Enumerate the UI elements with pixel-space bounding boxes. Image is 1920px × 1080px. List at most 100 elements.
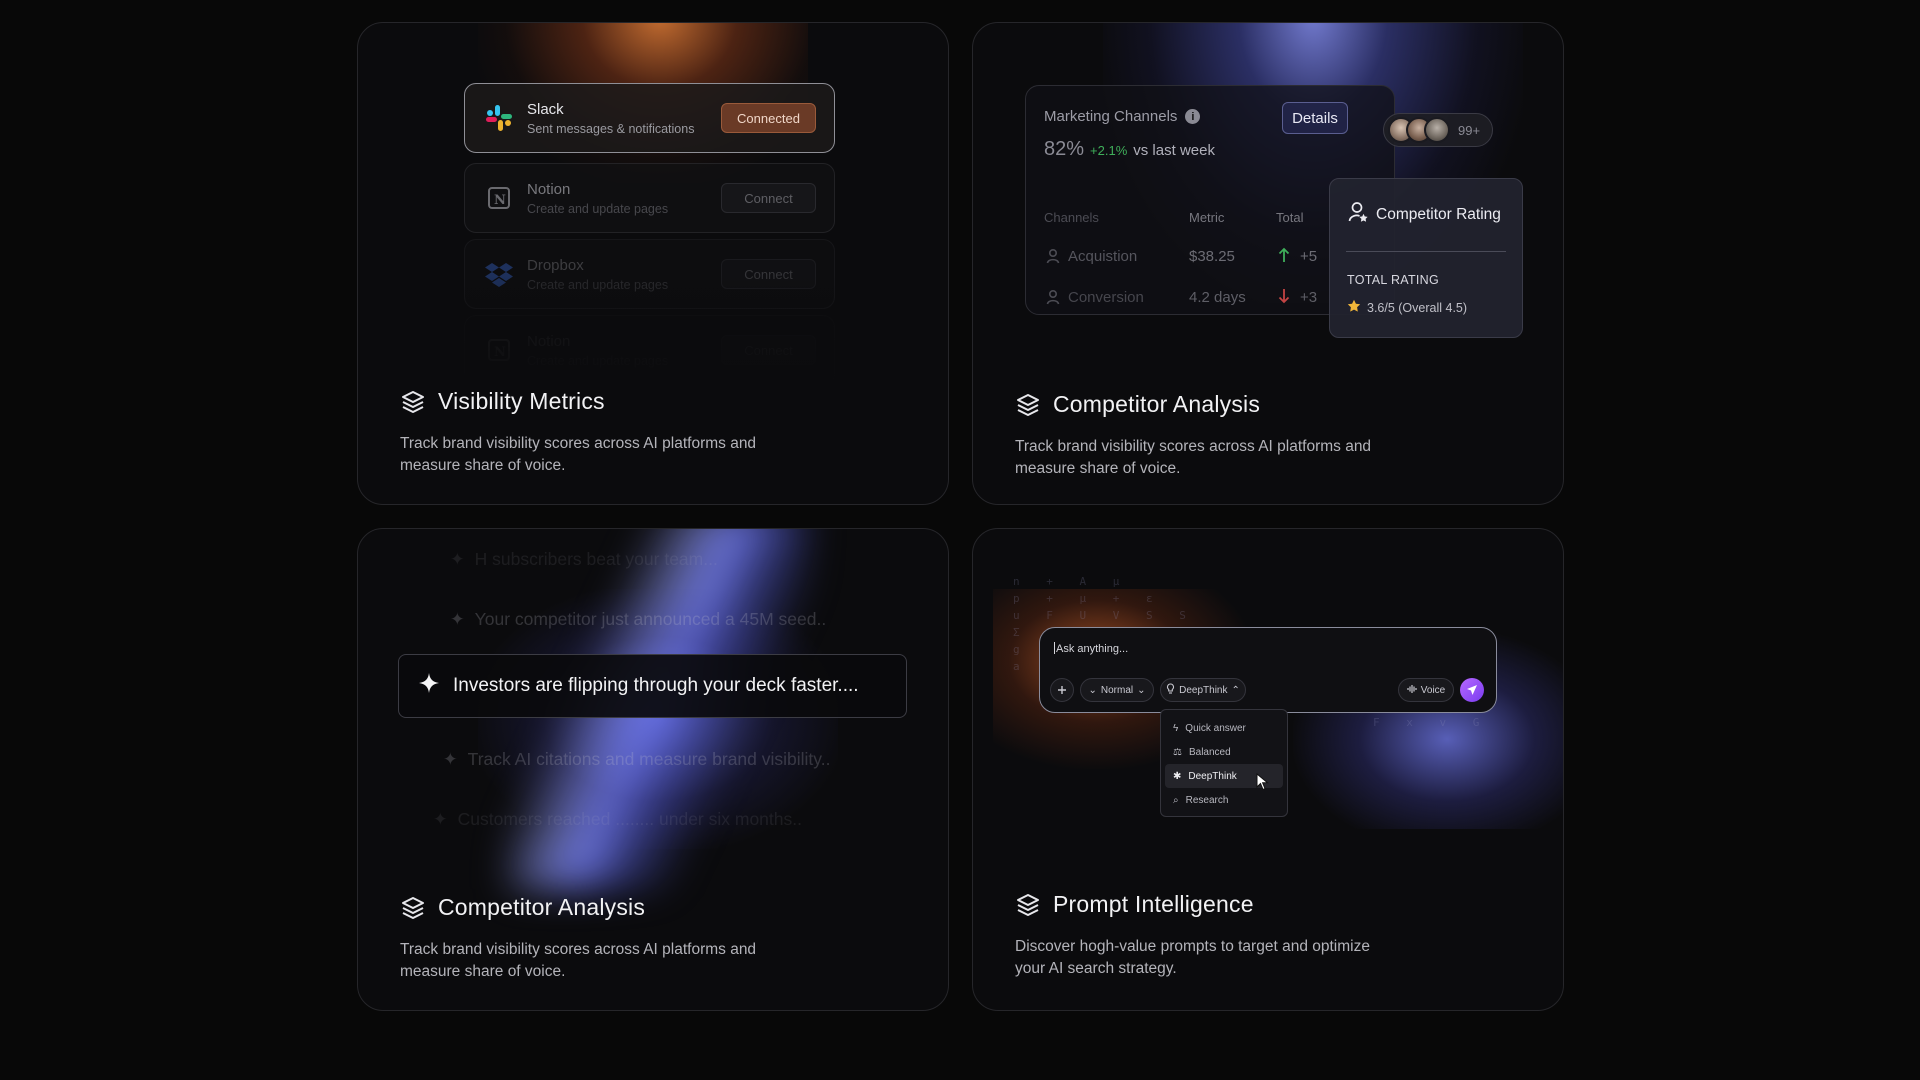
stat-delta: +2.1% (1090, 143, 1128, 158)
ticker-item: ✦ H subscribers beat your team... (450, 549, 718, 570)
card-title: Competitor Analysis (438, 894, 646, 920)
connect-button[interactable]: Connect (721, 335, 816, 365)
integration-subtitle: Create and update pages (527, 353, 669, 368)
competitor-rating-card: Competitor Rating TOTAL RATING 3.6/5 (Ov… (1329, 178, 1523, 338)
dropdown-item-quick-answer[interactable]: ϟ Quick answer (1165, 716, 1283, 740)
ticker-text: Your competitor just announced a 45M see… (474, 609, 827, 629)
stat-vs-text: vs last week (1133, 142, 1215, 159)
stat-percentage: 82% (1044, 138, 1085, 160)
dropbox-icon (483, 258, 515, 290)
competitor-analysis-card: Marketing Channels i Details 82% +2.1% v… (972, 22, 1564, 505)
ticker-text: Investors are flipping through your deck… (453, 675, 859, 696)
svg-text:N: N (494, 345, 506, 360)
sparkle-icon: ✦ (450, 549, 465, 569)
integration-row-slack[interactable]: Slack Sent messages & notifications Conn… (464, 83, 835, 153)
ticker-text: H subscribers beat your team... (474, 549, 718, 569)
card-caption: Competitor Analysis Track brand visibili… (1015, 391, 1395, 480)
voice-button[interactable]: Voice (1398, 678, 1454, 702)
card-title-row: Prompt Intelligence (1015, 891, 1395, 918)
card-title-row: Visibility Metrics (400, 388, 780, 415)
card-description: Discover hogh-value prompts to target an… (1015, 938, 1370, 977)
sparkle-icon (417, 671, 441, 701)
model-value: DeepThink (1179, 684, 1228, 696)
ticker-item: ✦ Customers reached ........ under six m… (433, 809, 802, 830)
avatar-group[interactable]: 99+ (1383, 113, 1493, 147)
mode-value: Normal (1100, 684, 1134, 696)
rating-value-row: 3.6/5 (Overall 4.5) (1347, 299, 1467, 316)
chevron-up-icon: ⌃ (1231, 684, 1240, 696)
arrow-up-icon (1278, 247, 1290, 267)
send-icon (1467, 685, 1477, 695)
sparkle-icon: ✦ (450, 609, 465, 629)
search-doc-icon: ⌕ (1173, 794, 1179, 806)
card-description: Track brand visibility scores across AI … (400, 435, 757, 474)
integration-name: Notion (527, 180, 571, 198)
lightning-icon: ϟ (1173, 722, 1179, 734)
slack-icon (483, 102, 515, 134)
user-icon (1046, 248, 1060, 268)
card-caption: Competitor Analysis Track brand visibili… (400, 894, 780, 983)
connected-button[interactable]: Connected (721, 103, 816, 133)
total-value: +5 (1300, 248, 1318, 265)
layers-icon (400, 895, 426, 921)
chat-input[interactable]: Ask anything... (1054, 642, 1128, 655)
layers-icon (1015, 892, 1041, 918)
dropdown-item-balanced[interactable]: ⚖ Balanced (1165, 740, 1283, 764)
card-title-row: Competitor Analysis (400, 894, 780, 921)
rating-label: TOTAL RATING (1347, 273, 1440, 287)
dropdown-item-label: Research (1185, 794, 1229, 806)
mode-select[interactable]: ⌄ Normal ⌄ (1080, 678, 1154, 702)
connect-button[interactable]: Connect (721, 259, 816, 289)
svg-text:N: N (494, 193, 506, 208)
channel-name: Acquistion (1068, 248, 1138, 265)
notion-icon: N (483, 182, 515, 214)
text-caret (1054, 642, 1055, 654)
dropdown-item-label: Quick answer (1185, 722, 1246, 734)
ticker-highlight[interactable]: Investors are flipping through your deck… (398, 654, 907, 718)
info-icon[interactable]: i (1185, 109, 1201, 124)
integration-subtitle: Create and update pages (527, 277, 669, 292)
integration-name: Dropbox (527, 256, 584, 274)
balance-icon: ⚖ (1173, 746, 1182, 758)
connect-button[interactable]: Connect (721, 183, 816, 213)
chevron-down-icon: ⌄ (1137, 684, 1146, 696)
integration-row-dropbox[interactable]: Dropbox Create and update pages Connect (464, 239, 835, 309)
dropdown-item-label: Balanced (1188, 746, 1231, 758)
column-header-channels: Channels (1044, 210, 1099, 225)
details-button[interactable]: Details (1282, 102, 1348, 134)
integration-name: Slack (527, 100, 564, 118)
sparkle-icon: ✦ (433, 809, 448, 829)
chat-placeholder: Ask anything... (1056, 643, 1129, 655)
model-select[interactable]: DeepThink ⌃ (1160, 678, 1246, 702)
bulb-icon (1166, 683, 1175, 697)
integration-subtitle: Create and update pages (527, 201, 669, 216)
card-title: Visibility Metrics (438, 388, 605, 414)
integration-name: Notion (527, 332, 571, 350)
send-button[interactable] (1460, 678, 1484, 702)
add-button[interactable] (1050, 678, 1074, 702)
rating-value: 3.6/5 (Overall 4.5) (1367, 300, 1468, 315)
ticker-text: Track AI citations and measure brand vis… (467, 749, 831, 769)
card-title: Competitor Analysis (1053, 391, 1261, 417)
integration-row-notion-2[interactable]: N Notion Create and update pages Connect (464, 315, 835, 385)
channel-name: Conversion (1068, 289, 1144, 306)
avatar (1424, 117, 1450, 143)
prompt-intelligence-card: n + A μp + μ + εu F U V S SΣ k 8 xg 5a e… (972, 528, 1564, 1011)
ticker-item: ✦ Track AI citations and measure brand v… (443, 749, 830, 770)
waveform-icon (1407, 684, 1417, 697)
dropdown-item-label: DeepThink (1188, 770, 1237, 782)
column-header-metric: Metric (1189, 210, 1225, 225)
layers-icon (400, 389, 426, 415)
divider (1346, 251, 1506, 252)
competitor-analysis-ticker-card: ✦ H subscribers beat your team... ✦ Your… (357, 528, 949, 1011)
layers-icon (1015, 392, 1041, 418)
card-description: Track brand visibility scores across AI … (400, 941, 757, 980)
card-caption: Visibility Metrics Track brand visibilit… (400, 388, 780, 477)
card-title-row: Competitor Analysis (1015, 391, 1395, 418)
integration-row-notion[interactable]: N Notion Create and update pages Connect (464, 163, 835, 233)
user-icon (1046, 289, 1060, 309)
column-header-total: Total (1276, 210, 1304, 225)
chat-composer: Ask anything... ⌄ Normal ⌄ DeepThink ⌃ V… (1039, 627, 1497, 713)
mouse-pointer-icon (1256, 772, 1270, 796)
voice-label: Voice (1420, 684, 1446, 696)
